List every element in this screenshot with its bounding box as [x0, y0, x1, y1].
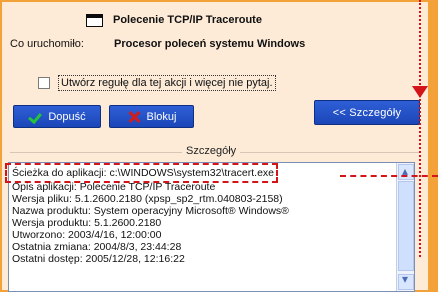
screenshot-frame: Polecenie TCP/IP Traceroute Co uruchomił…: [0, 0, 438, 292]
details-section-title: Szczegóły: [182, 145, 241, 157]
allow-button-label: Dopuść: [48, 110, 86, 123]
run-label: Co uruchomiło:: [10, 38, 84, 50]
remember-rule-row[interactable]: Utwórz regułę dla tej akcji i więcej nie…: [38, 75, 276, 91]
scroll-thumb[interactable]: [398, 181, 414, 271]
block-button[interactable]: Blokuj: [109, 105, 194, 128]
application-row: Polecenie TCP/IP Traceroute: [86, 10, 262, 30]
details-line: Utworzono: 2003/4/16, 12:00:00: [12, 229, 162, 241]
x-icon: [127, 110, 141, 124]
details-line: Opis aplikacji: Polecenie TCP/IP Tracero…: [12, 181, 216, 193]
allow-button[interactable]: Dopuść: [13, 105, 101, 128]
check-icon: [28, 110, 42, 124]
details-scrollbar[interactable]: [396, 163, 414, 291]
application-window-icon: [86, 13, 103, 27]
annotation-arrow-icon: [412, 86, 428, 98]
details-line: Wersja produktu: 5.1.2600.2180: [12, 217, 162, 229]
run-info-row: Co uruchomiło: Procesor poleceń systemu …: [10, 38, 305, 50]
details-line-path: Ścieżka do aplikacji: c:\WINDOWS\system3…: [5, 163, 278, 183]
details-line: Ostatni dostęp: 2005/12/28, 12:16:22: [12, 253, 185, 265]
details-line: Ostatnia zmiana: 2004/8/3, 23:44:28: [12, 241, 182, 253]
details-line: Nazwa produktu: System operacyjny Micros…: [12, 205, 289, 217]
dialog-panel: Polecenie TCP/IP Traceroute Co uruchomił…: [2, 2, 428, 292]
application-title: Polecenie TCP/IP Traceroute: [113, 14, 262, 26]
details-button[interactable]: << Szczegóły: [314, 100, 420, 125]
scroll-down-button[interactable]: [398, 272, 414, 290]
remember-rule-checkbox[interactable]: [38, 77, 50, 89]
details-button-label: << Szczegóły: [332, 106, 402, 119]
remember-rule-label[interactable]: Utwórz regułę dla tej akcji i więcej nie…: [58, 75, 276, 91]
run-value: Procesor poleceń systemu Windows: [114, 38, 306, 50]
scroll-up-button[interactable]: [398, 164, 414, 180]
block-button-label: Blokuj: [146, 110, 177, 123]
annotation-horizontal-line: [340, 175, 438, 177]
annotation-vertical-line: [419, 0, 421, 257]
details-textbox[interactable]: Ścieżka do aplikacji: c:\WINDOWS\system3…: [5, 162, 415, 292]
details-line: Wersja pliku: 5.1.2600.2180 (xpsp_sp2_rt…: [12, 193, 283, 205]
